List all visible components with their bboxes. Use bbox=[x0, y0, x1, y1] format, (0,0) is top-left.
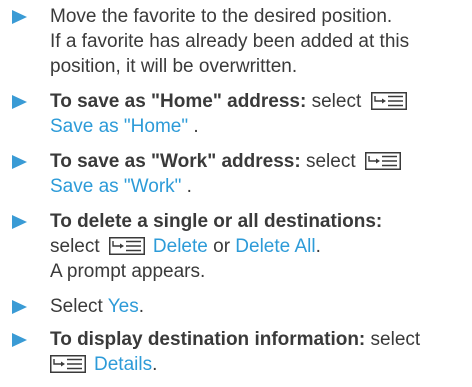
arrow-bullet-icon bbox=[12, 10, 27, 24]
menu-icon bbox=[364, 152, 401, 170]
step-text: select bbox=[300, 151, 356, 172]
step-text: . bbox=[188, 116, 199, 137]
step-select-yes: Select Yes. bbox=[12, 294, 472, 319]
step-text: Select bbox=[50, 296, 108, 317]
step-text: select bbox=[306, 91, 362, 112]
menu-option-delete-all: Delete All bbox=[235, 236, 316, 257]
step-heading: To delete a single or all destinations: bbox=[50, 211, 383, 232]
menu-option-save-work: Save as "Work" bbox=[50, 176, 182, 197]
menu-option-yes: Yes bbox=[107, 296, 139, 317]
menu-icon bbox=[370, 92, 407, 110]
step-heading: To save as "Work" address: bbox=[50, 151, 301, 172]
step-text: . bbox=[138, 296, 145, 317]
menu-option-details: Details bbox=[94, 354, 153, 375]
step-display-details: To display destination information: sele… bbox=[12, 327, 472, 377]
step-text: . bbox=[315, 236, 321, 257]
step-text: select bbox=[365, 329, 421, 350]
menu-option-delete: Delete bbox=[152, 236, 208, 257]
step-text: . bbox=[181, 176, 192, 197]
step-line: If a favorite has already been added at … bbox=[50, 31, 410, 52]
arrow-bullet-icon bbox=[12, 155, 27, 169]
arrow-bullet-icon bbox=[12, 300, 27, 314]
arrow-bullet-icon bbox=[12, 95, 27, 109]
step-line: Move the favorite to the desired positio… bbox=[50, 6, 393, 27]
arrow-bullet-icon bbox=[12, 215, 27, 229]
step-heading: To display destination information: bbox=[50, 329, 366, 350]
step-save-work: To save as "Work" address: select Save a… bbox=[12, 149, 472, 199]
instruction-list: Move the favorite to the desired positio… bbox=[12, 4, 472, 387]
step-heading: To save as "Home" address: bbox=[50, 91, 307, 112]
step-text: . bbox=[152, 354, 158, 375]
step-line: position, it will be overwritten. bbox=[50, 56, 298, 77]
menu-option-save-home: Save as "Home" bbox=[50, 116, 189, 137]
menu-icon bbox=[50, 355, 86, 373]
step-move-favorite: Move the favorite to the desired positio… bbox=[12, 4, 472, 79]
step-text: select bbox=[50, 236, 100, 257]
step-text: or bbox=[207, 236, 236, 257]
menu-icon bbox=[108, 237, 145, 255]
step-delete-destinations: To delete a single or all destinations: … bbox=[12, 209, 472, 284]
arrow-bullet-icon bbox=[12, 333, 27, 347]
step-save-home: To save as "Home" address: select Save a… bbox=[12, 89, 472, 139]
step-result: A prompt appears. bbox=[50, 261, 206, 282]
